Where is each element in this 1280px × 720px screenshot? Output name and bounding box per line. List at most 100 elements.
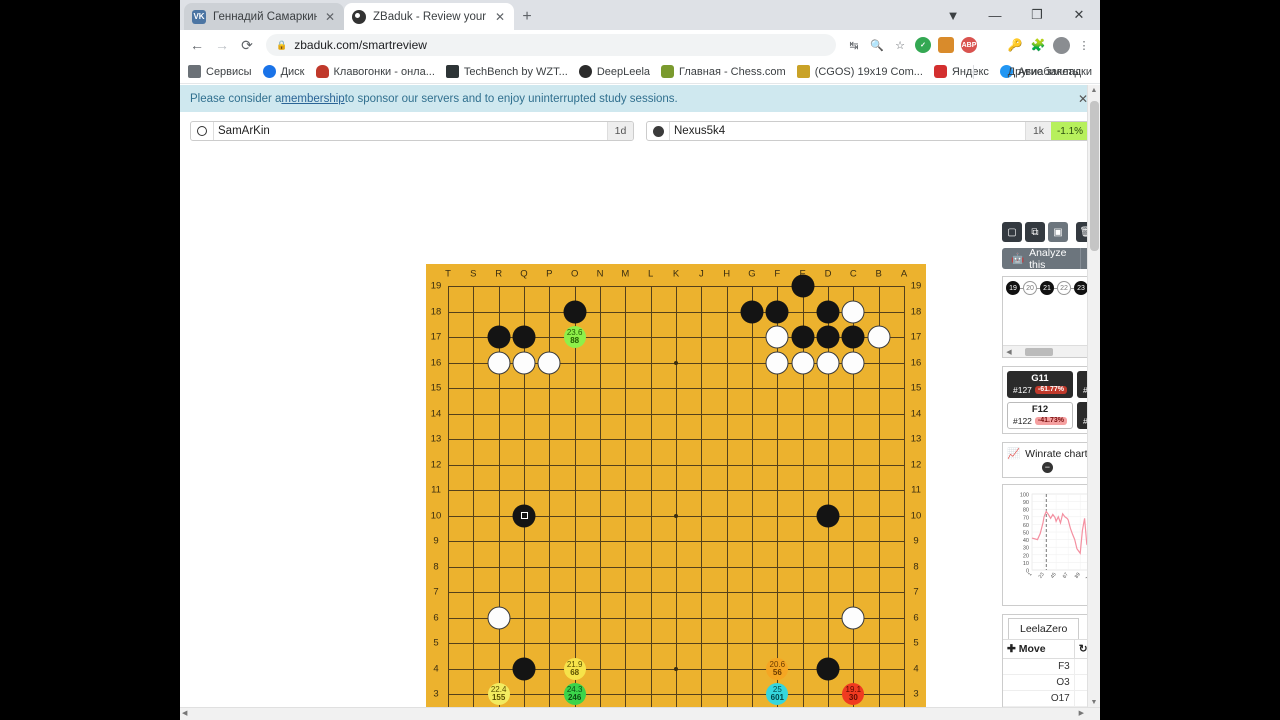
bookmark-item[interactable]: DeepLeela xyxy=(578,65,650,78)
move-suggestion[interactable]: 19.1 30 xyxy=(842,683,865,705)
move-node[interactable]: 19 xyxy=(1006,281,1020,295)
go-board[interactable]: TTSSRRQQPPOONNMMLLKKJJHHGGFFEEDDCCBBAA19… xyxy=(426,264,926,720)
white-stone[interactable] xyxy=(765,325,789,349)
move-suggestion[interactable]: 21.9 68 xyxy=(563,657,586,680)
forward-icon[interactable]: → xyxy=(211,34,233,56)
col-move[interactable]: ✚ Move xyxy=(1003,639,1075,660)
briefcase-icon[interactable] xyxy=(938,37,954,53)
move-node[interactable]: 23 xyxy=(1074,281,1088,295)
bookmark-item[interactable]: Диск xyxy=(262,65,305,78)
file-toolbar: ▢ ⧉ ▣ 🗑 ⤓ ⤒ 💾 ✎ More... ▾ xyxy=(1002,222,1100,242)
move-suggestion[interactable]: 20.6 56 xyxy=(766,657,789,680)
collapse-toggle-icon[interactable]: − xyxy=(1041,462,1053,474)
black-stone[interactable] xyxy=(841,325,865,349)
shield-icon[interactable]: ✓ xyxy=(915,37,931,53)
move-node[interactable]: 22 xyxy=(1057,281,1071,295)
bookmark-item[interactable]: Яндекс xyxy=(933,65,989,78)
black-stone[interactable] xyxy=(791,274,815,298)
white-stone[interactable] xyxy=(816,351,840,374)
white-stone[interactable] xyxy=(841,351,865,374)
go-board-container[interactable]: TTSSRRQQPPOONNMMLLKKJJHHGGFFEEDDCCBBAA19… xyxy=(426,264,926,720)
white-stone[interactable] xyxy=(841,606,865,629)
black-stone[interactable] xyxy=(816,657,840,680)
white-stone[interactable] xyxy=(537,351,561,374)
move-suggestion[interactable]: 24.3 246 xyxy=(563,683,586,705)
column-label: J xyxy=(698,268,704,280)
mistake-badge[interactable]: G11 #127 -61.77% xyxy=(1007,371,1073,399)
move-nodes[interactable]: 192021222324252627282930313233343536 xyxy=(1006,281,1100,295)
move-suggestion[interactable]: 22.4 155 xyxy=(487,683,510,705)
tab-winrate-chart[interactable]: 📈 Winrate chart − xyxy=(1003,443,1093,478)
white-stone[interactable] xyxy=(791,351,815,374)
other-bookmarks-button[interactable]: Другие закладки xyxy=(1003,66,1092,78)
white-stone[interactable] xyxy=(487,351,511,374)
table-row[interactable]: F360124.97%⊞ F3 B5 ... xyxy=(1003,658,1100,676)
white-stone[interactable] xyxy=(867,325,891,349)
bookmark-item[interactable]: Главная - Chess.com xyxy=(661,65,786,78)
bookmark-label: (CGOS) 19x19 Com... xyxy=(814,65,923,78)
move-suggestion[interactable]: 25 601 xyxy=(766,683,789,705)
screen: VK Геннадий Самаркин ✕ ZBaduk - Review y… xyxy=(0,0,1280,720)
adblock-icon[interactable]: ABP xyxy=(961,37,977,53)
white-stone[interactable] xyxy=(512,351,536,374)
close-window-button[interactable]: ✕ xyxy=(1058,0,1100,30)
bookmark-item[interactable]: (CGOS) 19x19 Com... xyxy=(796,65,923,78)
page-hscrollbar[interactable]: ◀ ▶ xyxy=(180,707,1100,720)
move-history-strip[interactable]: 192021222324252627282930313233343536 ▲▼ … xyxy=(1002,276,1100,358)
move-suggestion[interactable]: 23.6 88 xyxy=(563,326,586,348)
translate-icon[interactable]: ↹ xyxy=(844,35,864,55)
close-icon[interactable]: ✕ xyxy=(324,10,336,24)
white-player-field[interactable]: SamArKin 1d xyxy=(190,121,634,141)
zoom-out-icon[interactable]: 🔍 xyxy=(867,35,887,55)
copy-button[interactable]: ⧉ xyxy=(1025,222,1045,242)
back-icon[interactable]: ← xyxy=(186,34,208,56)
black-stone[interactable] xyxy=(487,325,511,349)
white-stone[interactable] xyxy=(487,606,511,629)
browser-tab-2[interactable]: ZBaduk - Review your Baduk gam ✕ xyxy=(344,3,514,30)
black-stone[interactable] xyxy=(791,325,815,349)
key-icon[interactable]: 🔑 xyxy=(1007,37,1023,53)
maximize-button[interactable]: ❐ xyxy=(1016,0,1058,30)
membership-link[interactable]: membership xyxy=(281,93,344,105)
move-node[interactable]: 20 xyxy=(1023,281,1037,295)
engine-tab-leelazero[interactable]: LeelaZero xyxy=(1008,618,1080,640)
apps-extension-icon[interactable]: ▦ xyxy=(984,37,1000,53)
bookmark-item[interactable]: Сервисы xyxy=(188,65,252,78)
mistake-badge[interactable]: F12 #122 -41.73% xyxy=(1007,402,1073,430)
bookmark-item[interactable]: TechBench by WZT... xyxy=(445,65,568,78)
avatar[interactable] xyxy=(1052,36,1070,54)
black-stone[interactable] xyxy=(816,300,840,323)
analyze-this-button[interactable]: 🤖 Analyze this xyxy=(1002,247,1082,271)
table-row[interactable]: O178823.64%⊞ O17 P... xyxy=(1003,690,1100,708)
puzzle-icon[interactable]: 🧩 xyxy=(1030,37,1046,53)
black-player-field[interactable]: Nexus5k4 1k -1.1% xyxy=(646,121,1090,141)
table-row[interactable]: O324624.25%⊞ O3 O... xyxy=(1003,674,1100,692)
profile-chevron-icon[interactable]: ▼ xyxy=(932,0,974,30)
winrate-chart[interactable]: 0102030405060708090100123456789111133155… xyxy=(1002,484,1100,607)
black-stone[interactable] xyxy=(512,325,536,349)
move-node[interactable]: 21 xyxy=(1040,281,1054,295)
black-stone[interactable] xyxy=(816,504,840,527)
address-bar[interactable]: 🔒 zbaduk.com/smartreview xyxy=(266,34,836,56)
close-icon[interactable]: ✕ xyxy=(494,10,506,24)
black-stone[interactable] xyxy=(512,657,536,680)
move-strip-hscrollbar[interactable]: ◀▶ xyxy=(1003,345,1100,357)
black-stone[interactable] xyxy=(816,325,840,349)
white-stone[interactable] xyxy=(765,351,789,374)
black-stone[interactable] xyxy=(563,300,587,323)
minimize-button[interactable]: — xyxy=(974,0,1016,30)
bookmark-star-icon[interactable]: ☆ xyxy=(890,35,910,55)
paste-button[interactable]: ▣ xyxy=(1048,222,1068,242)
bookmark-item[interactable]: Клавогонки - онла... xyxy=(315,65,435,78)
new-tab-button[interactable]: + xyxy=(514,4,540,30)
reload-icon[interactable]: ⟳ xyxy=(236,34,258,56)
badge-move-number: #127 xyxy=(1013,384,1032,395)
black-stone[interactable] xyxy=(765,300,789,323)
black-stone[interactable] xyxy=(512,504,536,527)
browser-tab-1[interactable]: VK Геннадий Самаркин ✕ xyxy=(184,3,344,30)
new-file-button[interactable]: ▢ xyxy=(1002,222,1022,242)
black-stone[interactable] xyxy=(740,300,764,323)
white-stone[interactable] xyxy=(841,300,865,323)
page-scrollbar[interactable]: ▲ ▼ xyxy=(1087,85,1100,720)
chrome-menu-icon[interactable]: ⋮ xyxy=(1074,35,1094,55)
